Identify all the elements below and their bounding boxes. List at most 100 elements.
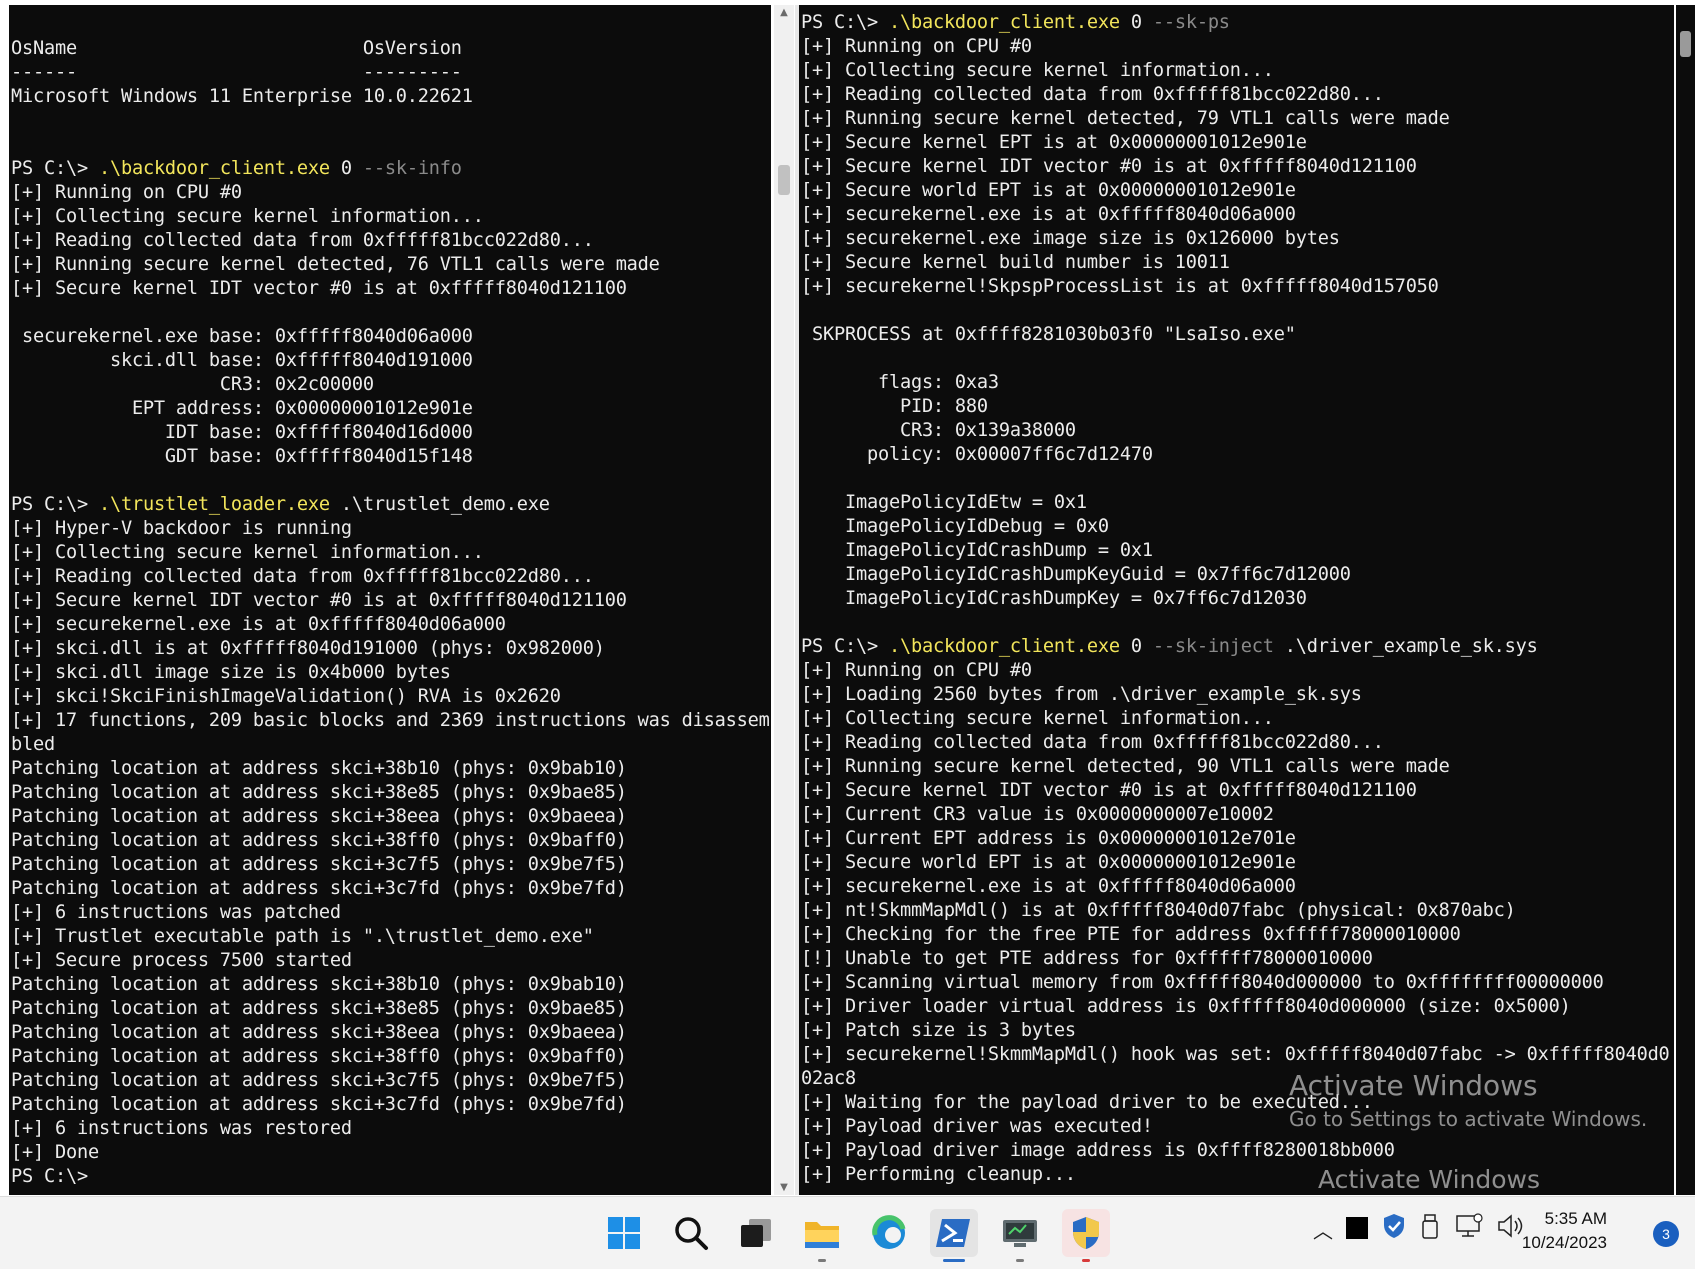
activate-windows-subtitle: Go to Settings to activate Windows. xyxy=(1289,1107,1648,1131)
output-line: Patching location at address skci+38e85 … xyxy=(11,782,627,803)
output-line: ImagePolicyIdDebug = 0x0 xyxy=(801,516,1109,537)
task-view-icon[interactable] xyxy=(732,1209,780,1257)
output-line: [+] securekernel.exe is at 0xfffff8040d0… xyxy=(801,204,1296,225)
output-line: [+] Running secure kernel detected, 76 V… xyxy=(11,254,660,275)
file-explorer-icon[interactable] xyxy=(798,1209,846,1262)
command-cmd: .\backdoor_client.exe xyxy=(888,12,1120,33)
output-line: [+] Current EPT address is 0x00000001012… xyxy=(801,828,1296,849)
output-line: [+] skci.dll image size is 0x4b000 bytes xyxy=(11,662,451,683)
output-line: [+] Loading 2560 bytes from .\driver_exa… xyxy=(801,684,1362,705)
security-shield-icon[interactable] xyxy=(1062,1209,1110,1262)
output-line: ------ --------- xyxy=(11,62,462,83)
clock-time: 5:35 AM xyxy=(1544,1209,1607,1228)
left-scroll-thumb[interactable] xyxy=(778,165,790,195)
command-rest: 0 xyxy=(329,158,363,179)
output-line: CR3: 0x2c00000 xyxy=(11,374,374,395)
chevron-up-icon[interactable]: ︿ xyxy=(1313,1215,1333,1244)
command-prompt: PS C:\> xyxy=(801,636,889,657)
activate-windows-title: Activate Windows xyxy=(1289,1069,1538,1102)
output-line: ImagePolicyIdCrashDumpKey = 0x7ff6c7d120… xyxy=(801,588,1307,609)
output-line: [+] Collecting secure kernel information… xyxy=(801,60,1274,81)
command-cmd: .\trustlet_loader.exe xyxy=(98,494,330,515)
output-line: Patching location at address skci+38e85 … xyxy=(11,998,627,1019)
output-line: [+] Current CR3 value is 0x0000000007e10… xyxy=(801,804,1274,825)
output-line: Patching location at address skci+38b10 … xyxy=(11,758,627,779)
output-line: [!] Unable to get PTE address for 0xffff… xyxy=(801,948,1373,969)
volume-icon[interactable] xyxy=(1496,1213,1524,1244)
running-indicator xyxy=(818,1259,826,1262)
output-line: [+] Secure process 7500 started xyxy=(11,950,352,971)
system-clock[interactable]: 5:35 AM 10/24/2023 xyxy=(1522,1207,1607,1255)
scroll-up-icon[interactable]: ▲ xyxy=(774,7,794,18)
scroll-down-icon[interactable]: ▼ xyxy=(774,1182,794,1193)
output-line: [+] Checking for the free PTE for addres… xyxy=(801,924,1461,945)
output-line: Patching location at address skci+38b10 … xyxy=(11,974,627,995)
usb-device-icon[interactable] xyxy=(1420,1213,1440,1246)
output-line: [+] Trustlet executable path is ".\trust… xyxy=(11,926,594,947)
output-line: [+] nt!SkmmMapMdl() is at 0xfffff8040d07… xyxy=(801,900,1516,921)
command-prompt: PS C:\> xyxy=(11,494,99,515)
edge-icon[interactable] xyxy=(865,1209,913,1257)
command-prompt: PS C:\> xyxy=(801,12,889,33)
command-arg: --sk-info xyxy=(362,158,462,179)
left-terminal-output: OsName OsVersion ------ --------- Microsof… xyxy=(11,13,771,1189)
output-line: [+] Reading collected data from 0xfffff8… xyxy=(11,566,594,587)
taskbar: ︿ 5:35 AM 10/24/2023 3 xyxy=(0,1196,1695,1269)
right-terminal-pane[interactable]: PS C:\> .\backdoor_client.exe 0 --sk-ps[… xyxy=(799,5,1674,1195)
right-scrollbar[interactable] xyxy=(1676,5,1695,1195)
powershell-icon[interactable] xyxy=(930,1209,978,1262)
left-terminal-pane[interactable]: OsName OsVersion ------ --------- Microsof… xyxy=(9,5,771,1195)
output-line: OsName OsVersion xyxy=(11,38,462,59)
right-scroll-thumb[interactable] xyxy=(1680,31,1691,57)
remote-desktop-icon[interactable] xyxy=(996,1209,1044,1262)
alert-indicator xyxy=(1082,1259,1090,1262)
output-line: [+] Payload driver image address is 0xff… xyxy=(801,1140,1395,1161)
output-line: [+] Collecting secure kernel information… xyxy=(11,206,484,227)
output-line: [+] Performing cleanup... xyxy=(801,1164,1076,1185)
output-line: [+] Reading collected data from 0xfffff8… xyxy=(801,732,1384,753)
output-line: policy: 0x00007ff6c7d12470 xyxy=(801,444,1153,465)
output-line: [+] Running secure kernel detected, 90 V… xyxy=(801,756,1450,777)
output-line: [+] Reading collected data from 0xfffff8… xyxy=(11,230,594,251)
output-line: skci.dll base: 0xfffff8040d191000 xyxy=(11,350,473,371)
search-icon[interactable] xyxy=(667,1209,715,1257)
output-line: [+] Driver loader virtual address is 0xf… xyxy=(801,996,1571,1017)
output-line: [+] Done xyxy=(11,1142,99,1163)
command-cmd: .\backdoor_client.exe xyxy=(888,636,1120,657)
output-line: [+] Patch size is 3 bytes xyxy=(801,1020,1076,1041)
output-line: Patching location at address skci+38ff0 … xyxy=(11,830,627,851)
notification-badge[interactable]: 3 xyxy=(1653,1221,1679,1247)
output-line: [+] securekernel.exe is at 0xfffff8040d0… xyxy=(11,614,506,635)
output-line: ImagePolicyIdCrashDump = 0x1 xyxy=(801,540,1153,561)
output-line: [+] Secure world EPT is at 0x00000001012… xyxy=(801,180,1296,201)
command-line: PS C:\> .\backdoor_client.exe 0 --sk-inj… xyxy=(801,635,1674,659)
terminal-tray-icon[interactable] xyxy=(1346,1217,1368,1239)
output-line: CR3: 0x139a38000 xyxy=(801,420,1076,441)
output-line: flags: 0xa3 xyxy=(801,372,999,393)
output-line: Patching location at address skci+3c7f5 … xyxy=(11,854,627,875)
output-line: SKPROCESS at 0xffff8281030b03f0 "LsaIso.… xyxy=(801,324,1296,345)
output-line: [+] Secure kernel IDT vector #0 is at 0x… xyxy=(11,278,627,299)
output-line: [+] Running secure kernel detected, 79 V… xyxy=(801,108,1450,129)
output-line: bled xyxy=(11,734,55,755)
network-icon[interactable] xyxy=(1455,1213,1483,1244)
defender-tray-icon[interactable] xyxy=(1381,1213,1407,1244)
command-rest: 0 xyxy=(1119,636,1153,657)
windows-start-icon[interactable] xyxy=(600,1209,648,1257)
output-line: [+] Secure kernel IDT vector #0 is at 0x… xyxy=(801,780,1417,801)
output-line: EPT address: 0x00000001012e901e xyxy=(11,398,473,419)
output-line: Microsoft Windows 11 Enterprise 10.0.226… xyxy=(11,86,473,107)
output-line: [+] Collecting secure kernel information… xyxy=(11,542,484,563)
command-cmd: .\backdoor_client.exe xyxy=(98,158,330,179)
right-terminal-output: PS C:\> .\backdoor_client.exe 0 --sk-ps[… xyxy=(801,11,1674,1187)
left-scrollbar[interactable]: ▲ ▼ xyxy=(774,5,794,1195)
output-line: [+] Secure kernel IDT vector #0 is at 0x… xyxy=(801,156,1417,177)
output-line: [+] 6 instructions was patched xyxy=(11,902,341,923)
active-indicator xyxy=(943,1259,965,1262)
